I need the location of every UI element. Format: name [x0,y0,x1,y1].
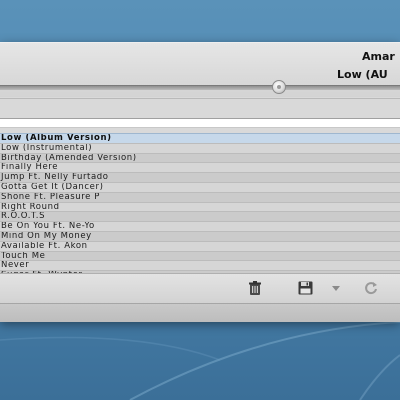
playlist-track[interactable]: Gotta Get It (Dancer) [0,182,400,193]
playlist-track[interactable]: Right Round [0,202,400,213]
save-icon[interactable] [297,280,313,296]
now-playing-header: Amar Low (AU [0,43,400,97]
playlist-filter-input[interactable] [0,118,400,128]
window-bottom-bar [0,303,400,322]
playlist: Low (Album Version) Low (Instrumental) Bir… [0,133,400,273]
playlist-track[interactable]: R.O.O.T.S [0,212,400,223]
playlist-track[interactable]: Never [0,261,400,272]
playlist-toolbar [0,273,400,304]
artist-label: Amar [362,50,395,63]
seek-handle[interactable] [272,80,286,94]
divider [0,98,400,99]
playlist-track[interactable]: Low (Album Version) [0,133,400,144]
playlist-track[interactable]: Be On You Ft. Ne-Yo [0,222,400,232]
playlist-track[interactable]: Finally Here [0,163,400,174]
playlist-track[interactable]: Available Ft. Akon [0,241,400,252]
playlist-track[interactable]: Jump Ft. Nelly Furtado [0,173,400,183]
track-title-label: Low (AU [337,68,388,81]
playlist-track[interactable]: Shone Ft. Pleasure P [0,192,400,203]
playlist-track[interactable]: Mind On My Money [0,231,400,242]
playlist-track[interactable]: Touch Me [0,251,400,262]
trash-icon[interactable] [247,280,263,296]
refresh-icon[interactable] [363,280,379,296]
player-window: Amar Low (AU Low (Album Version) Low (Ins… [0,42,400,322]
dropdown-arrow-icon[interactable] [331,280,341,296]
seek-bar[interactable] [0,85,400,90]
playlist-track[interactable]: Birthday (Amended Version) [0,153,400,164]
playlist-track[interactable]: Low (Instrumental) [0,143,400,154]
